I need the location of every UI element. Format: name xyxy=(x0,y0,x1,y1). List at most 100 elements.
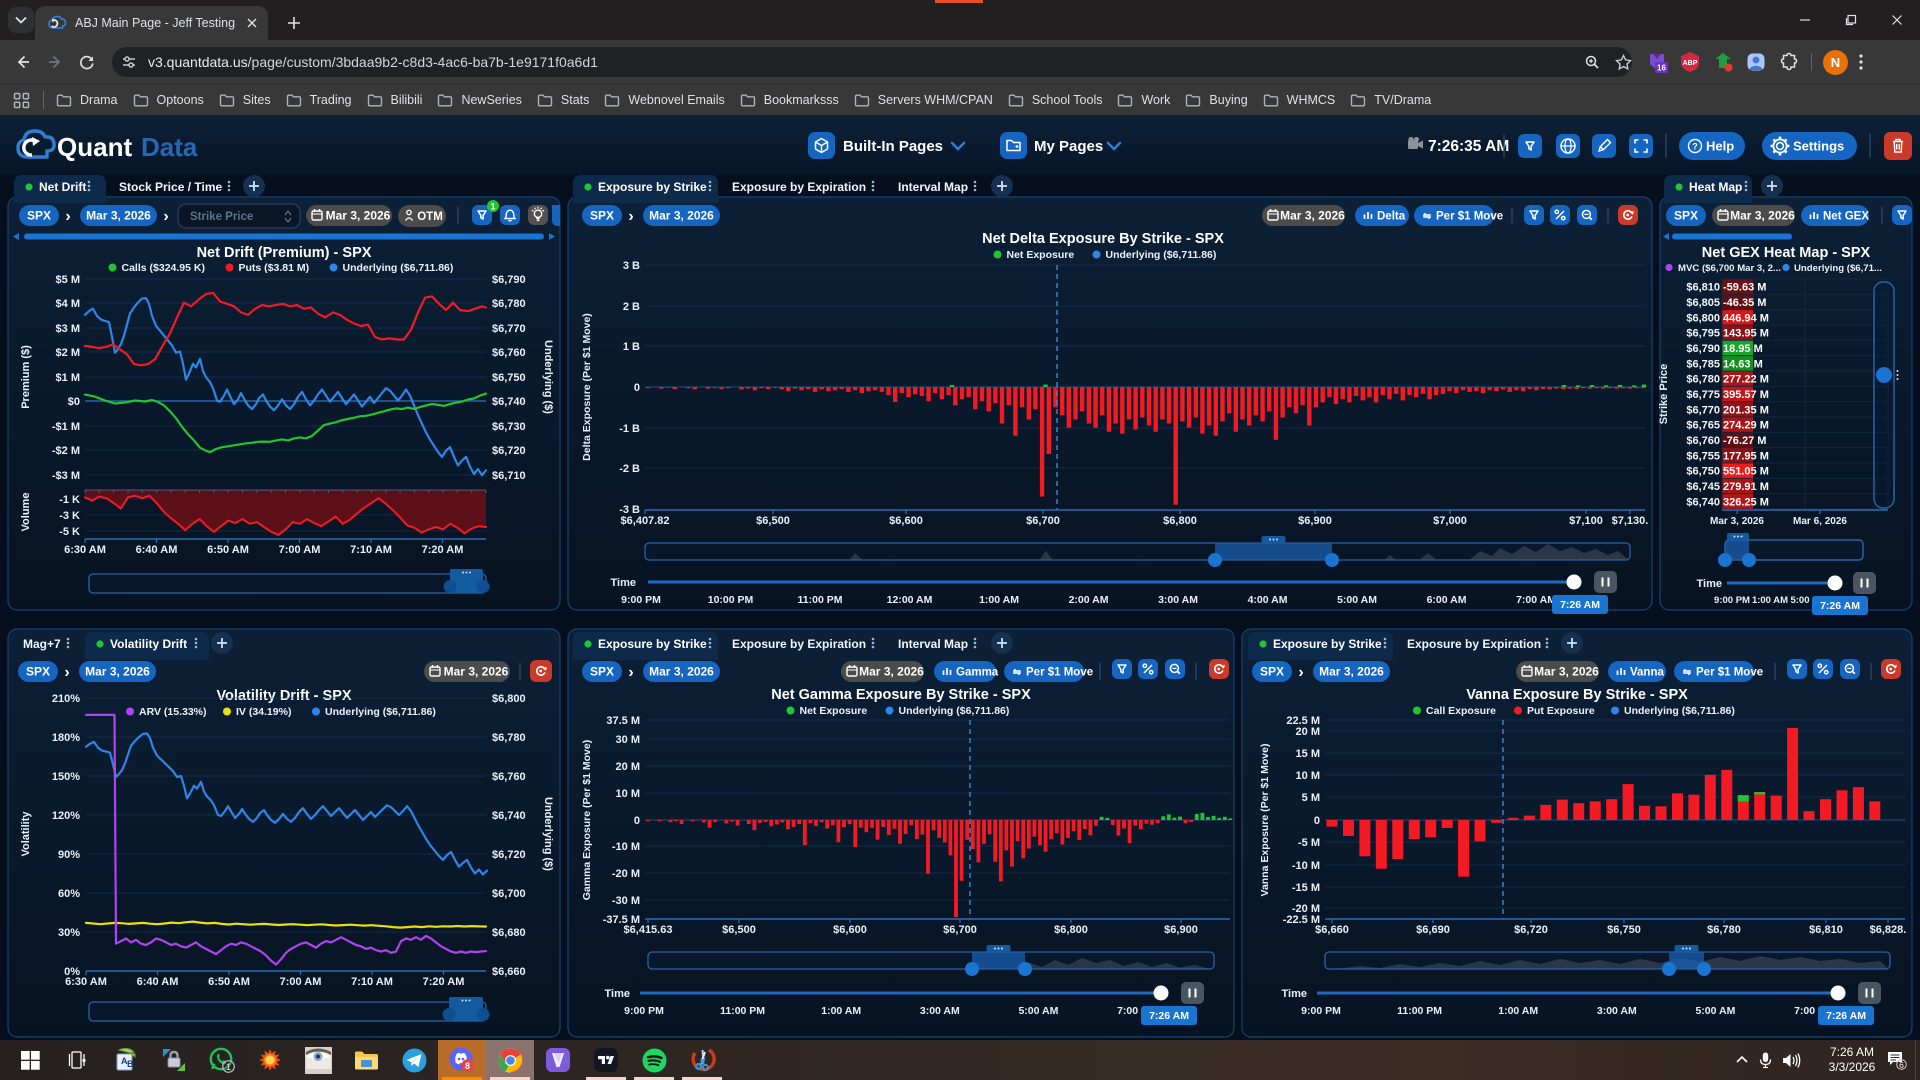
svg-text:Delta: Delta xyxy=(1377,211,1406,223)
svg-text:Underlying ($6,711.86): Underlying ($6,711.86) xyxy=(343,262,454,274)
svg-text:$6,900: $6,900 xyxy=(1298,515,1332,527)
svg-text:-$2 M: -$2 M xyxy=(52,445,80,457)
svg-text:3:00 AM: 3:00 AM xyxy=(1158,594,1198,606)
svg-text:3:00 AM: 3:00 AM xyxy=(1597,1005,1637,1017)
svg-text:Underlying ($): Underlying ($) xyxy=(542,797,554,871)
svg-text:Put Exposure: Put Exposure xyxy=(1527,705,1595,717)
svg-text:7:26 AM: 7:26 AM xyxy=(1826,1010,1866,1022)
svg-text:$6,790: $6,790 xyxy=(492,274,526,286)
svg-text:Mar 3, 2026: Mar 3, 2026 xyxy=(86,209,151,223)
svg-text:$6,800: $6,800 xyxy=(492,693,526,705)
svg-text:6:40 AM: 6:40 AM xyxy=(137,976,179,988)
svg-text:MVC ($6,700 Mar 3, 2...: MVC ($6,700 Mar 3, 2... xyxy=(1678,263,1781,274)
svg-text:Call Exposure: Call Exposure xyxy=(1426,705,1496,717)
svg-text:8: 8 xyxy=(465,1061,470,1071)
svg-text:210%: 210% xyxy=(52,693,80,705)
svg-text:⇋: ⇋ xyxy=(1683,667,1692,678)
svg-text:Volatility Drift - SPX: Volatility Drift - SPX xyxy=(216,688,351,704)
svg-text:Help: Help xyxy=(1706,139,1734,154)
svg-text:5:00: 5:00 xyxy=(1790,595,1809,606)
svg-text:Settings: Settings xyxy=(1793,139,1844,154)
svg-text:-5 K: -5 K xyxy=(59,526,80,538)
svg-text:11:00 PM: 11:00 PM xyxy=(798,594,843,606)
svg-text:11:00 PM: 11:00 PM xyxy=(720,1005,765,1017)
svg-text:10 M: 10 M xyxy=(616,788,640,800)
svg-text:Underlying ($6,711.86): Underlying ($6,711.86) xyxy=(899,705,1010,717)
svg-text:14.63 M: 14.63 M xyxy=(1723,358,1763,370)
svg-text:6:30 AM: 6:30 AM xyxy=(65,976,107,988)
svg-text:Mar 3, 2026: Mar 3, 2026 xyxy=(1730,209,1795,223)
svg-text:Vanna: Vanna xyxy=(1630,667,1664,679)
svg-text:Interval Map: Interval Map xyxy=(898,637,968,651)
svg-text:-10 M: -10 M xyxy=(612,841,640,853)
svg-text:6:50 AM: 6:50 AM xyxy=(208,976,250,988)
svg-text:Per $1 Move: Per $1 Move xyxy=(1696,667,1763,679)
svg-text:$6,750: $6,750 xyxy=(1686,466,1720,478)
svg-text:$6,790: $6,790 xyxy=(1686,343,1720,355)
svg-text:Underlying ($6,711.86): Underlying ($6,711.86) xyxy=(1624,705,1735,717)
svg-text:6: 6 xyxy=(1899,1059,1904,1069)
svg-text:›: › xyxy=(628,664,633,681)
svg-text:$6,770: $6,770 xyxy=(492,323,526,335)
svg-text:›: › xyxy=(163,208,168,225)
svg-text:Exposure by Strike: Exposure by Strike xyxy=(1273,637,1382,651)
svg-text:7:00 AM: 7:00 AM xyxy=(279,544,321,556)
svg-text:›: › xyxy=(1298,664,1303,681)
svg-text:6:00 AM: 6:00 AM xyxy=(1427,594,1467,606)
svg-text:SPX: SPX xyxy=(590,665,614,679)
svg-text:$6,800: $6,800 xyxy=(1686,312,1720,324)
svg-text:-$3 M: -$3 M xyxy=(52,470,80,482)
svg-text:$6,745: $6,745 xyxy=(1686,481,1720,493)
svg-text:Strike Price: Strike Price xyxy=(190,211,253,223)
svg-text:$6,800: $6,800 xyxy=(1054,924,1088,936)
svg-text:1:00 AM: 1:00 AM xyxy=(821,1005,861,1017)
svg-text:$3 M: $3 M xyxy=(56,323,80,335)
svg-text:20 M: 20 M xyxy=(616,761,640,773)
svg-text:Net Drift: Net Drift xyxy=(39,180,86,194)
svg-text:$6,785: $6,785 xyxy=(1686,358,1720,370)
svg-text:9:00 PM: 9:00 PM xyxy=(624,1005,664,1017)
svg-text:1:00 AM: 1:00 AM xyxy=(979,594,1019,606)
svg-text:3:00 AM: 3:00 AM xyxy=(920,1005,960,1017)
svg-text:$6,700: $6,700 xyxy=(943,924,977,936)
svg-text:120%: 120% xyxy=(52,810,80,822)
svg-text:10:00 PM: 10:00 PM xyxy=(708,594,754,606)
svg-text:$6,720: $6,720 xyxy=(1514,924,1548,936)
svg-text:$7,130.: $7,130. xyxy=(1612,515,1649,527)
svg-text:$6,720: $6,720 xyxy=(492,445,526,457)
svg-text:Premium ($): Premium ($) xyxy=(20,345,32,409)
svg-text:Exposure by Strike: Exposure by Strike xyxy=(598,180,707,194)
svg-text:$6,800: $6,800 xyxy=(1163,515,1197,527)
svg-text:›: › xyxy=(65,208,70,225)
svg-text:$6,740: $6,740 xyxy=(1686,496,1720,508)
svg-text:$6,828.: $6,828. xyxy=(1870,924,1907,936)
svg-text:2 B: 2 B xyxy=(623,301,640,313)
svg-text:3 B: 3 B xyxy=(623,260,640,272)
svg-text:Per $1 Move: Per $1 Move xyxy=(1026,667,1093,679)
svg-text:Underlying ($): Underlying ($) xyxy=(542,340,554,414)
svg-text:Exposure by Expiration: Exposure by Expiration xyxy=(732,180,866,194)
svg-text:1 B: 1 B xyxy=(623,341,640,353)
svg-text:$6,740: $6,740 xyxy=(492,810,526,822)
svg-text:7:10 AM: 7:10 AM xyxy=(350,544,392,556)
svg-text:$6,407.82: $6,407.82 xyxy=(621,515,670,527)
svg-text:-$1 M: -$1 M xyxy=(52,421,80,433)
svg-text:150%: 150% xyxy=(52,771,80,783)
svg-text:Mag+7: Mag+7 xyxy=(23,637,61,651)
svg-text:-20 M: -20 M xyxy=(612,868,640,880)
svg-text:Quant: Quant xyxy=(57,132,132,162)
svg-text:-30 M: -30 M xyxy=(612,895,640,907)
svg-text:Mar 3, 2026: Mar 3, 2026 xyxy=(859,665,924,679)
svg-text:-1 K: -1 K xyxy=(59,494,80,506)
svg-text:12:00 AM: 12:00 AM xyxy=(887,594,933,606)
svg-text:Puts ($3.81 M): Puts ($3.81 M) xyxy=(239,262,310,274)
svg-text:18.95 M: 18.95 M xyxy=(1723,343,1763,355)
svg-text:37.5 M: 37.5 M xyxy=(606,715,640,727)
svg-text:⇋: ⇋ xyxy=(1013,667,1022,678)
svg-text:Mar 3, 2026: Mar 3, 2026 xyxy=(326,209,391,223)
svg-text:10 M: 10 M xyxy=(1296,770,1320,782)
svg-text:$6,740: $6,740 xyxy=(492,396,526,408)
svg-text:Net GEX: Net GEX xyxy=(1823,211,1869,223)
svg-text:$6,690: $6,690 xyxy=(1416,924,1450,936)
svg-text:201.35 M: 201.35 M xyxy=(1723,404,1769,416)
